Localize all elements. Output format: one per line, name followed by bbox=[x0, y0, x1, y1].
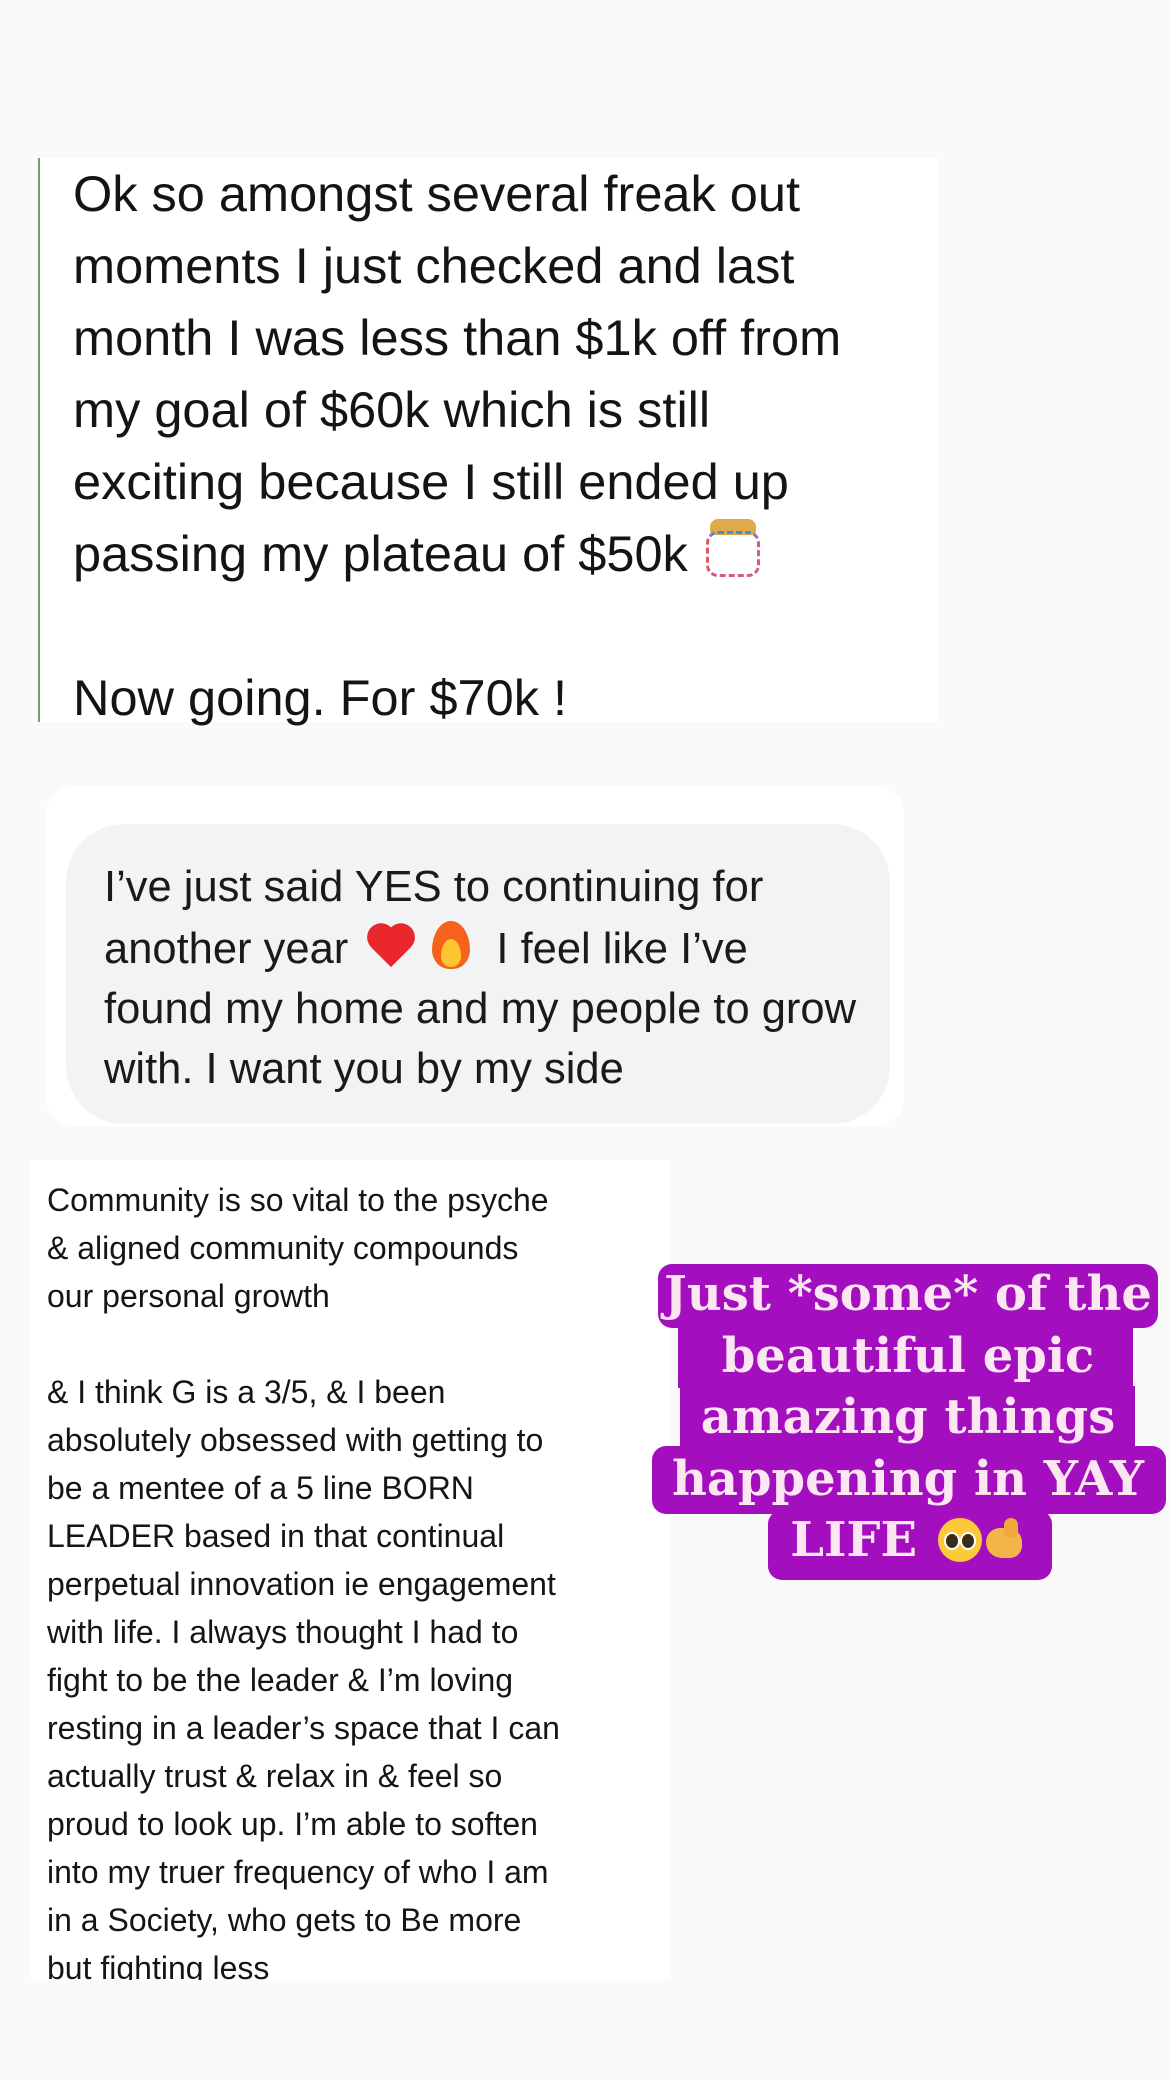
pinching-hand-icon bbox=[982, 1516, 1026, 1562]
headline-text: Just *some* of the beautiful epic amazing … bbox=[648, 1264, 1168, 1572]
quoted-message-card: Ok so amongst several freak out moments … bbox=[38, 158, 938, 726]
headline-line: LIFE bbox=[790, 1512, 934, 1568]
quoted-message-closing: Now going. For $70k ! bbox=[73, 669, 568, 726]
headline-line: amazing things bbox=[700, 1389, 1116, 1445]
chat-bubble-text: I’ve just said YES to continuing for ano… bbox=[104, 857, 860, 1099]
headline-line: beautiful epic bbox=[721, 1327, 1095, 1384]
fire-icon bbox=[426, 917, 476, 971]
pleading-face-icon bbox=[937, 1518, 982, 1562]
red-heart-icon bbox=[364, 921, 418, 969]
confetti-icon bbox=[702, 519, 764, 579]
note-card: Community is so vital to the psyche & al… bbox=[30, 1160, 670, 1980]
headline-line: Just *some* of the bbox=[664, 1266, 1152, 1322]
quoted-message-text: Ok so amongst several freak out moments … bbox=[73, 158, 938, 734]
chat-bubble: I’ve just said YES to continuing for ano… bbox=[66, 824, 890, 1124]
headline-line: happening in YAY bbox=[671, 1450, 1145, 1507]
note-text: Community is so vital to the psyche & al… bbox=[47, 1182, 560, 1980]
